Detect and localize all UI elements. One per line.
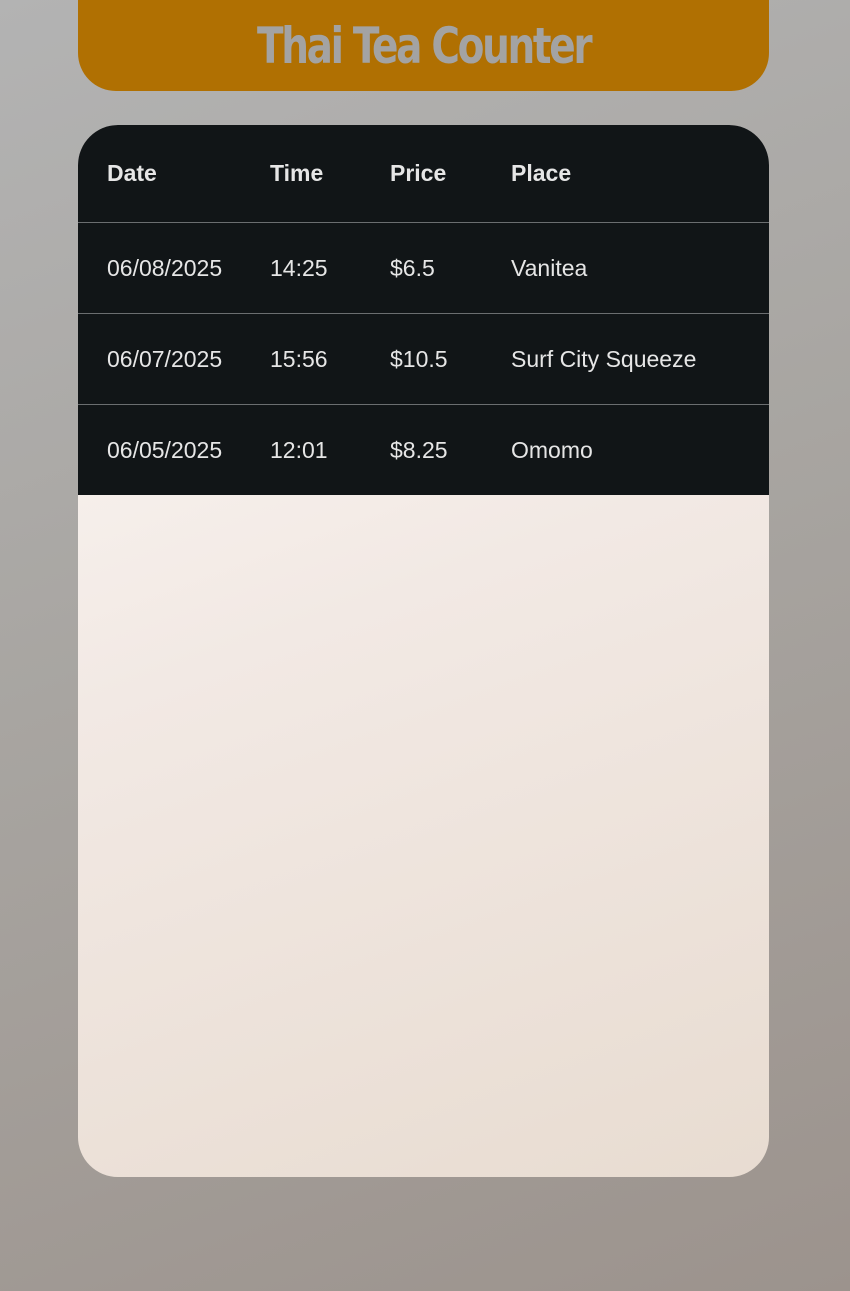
cell-place: Vanitea: [511, 222, 769, 314]
table-row: 06/05/2025 12:01 $8.25 Omomo: [78, 404, 769, 495]
cell-date: 06/05/2025: [78, 404, 270, 495]
cell-price: $10.5: [390, 313, 511, 405]
table-row: 06/07/2025 15:56 $10.5 Surf City Squeeze: [78, 313, 769, 405]
entries-table: Date Time Price Place 06/08/2025 14:25 $…: [78, 125, 769, 495]
cell-time: 14:25: [270, 222, 390, 314]
cell-price: $6.5: [390, 222, 511, 314]
cell-time: 12:01: [270, 404, 390, 495]
column-header-date: Date: [107, 160, 157, 186]
column-header-price: Price: [390, 160, 447, 186]
cell-date: 06/08/2025: [78, 222, 270, 314]
page-title: Thai Tea Counter: [256, 16, 593, 75]
column-header-place: Place: [511, 160, 572, 186]
table-row: 06/08/2025 14:25 $6.5 Vanitea: [78, 222, 769, 314]
cell-time: 15:56: [270, 313, 390, 405]
table-header-row: Date Time Price Place: [78, 125, 769, 223]
cell-place: Omomo: [511, 404, 769, 495]
app-header: Thai Tea Counter: [78, 0, 769, 91]
cell-price: $8.25: [390, 404, 511, 495]
column-header-time: Time: [270, 160, 324, 186]
cell-place: Surf City Squeeze: [511, 313, 769, 405]
cell-date: 06/07/2025: [78, 313, 270, 405]
entries-card: Date Time Price Place 06/08/2025 14:25 $…: [78, 125, 769, 1177]
